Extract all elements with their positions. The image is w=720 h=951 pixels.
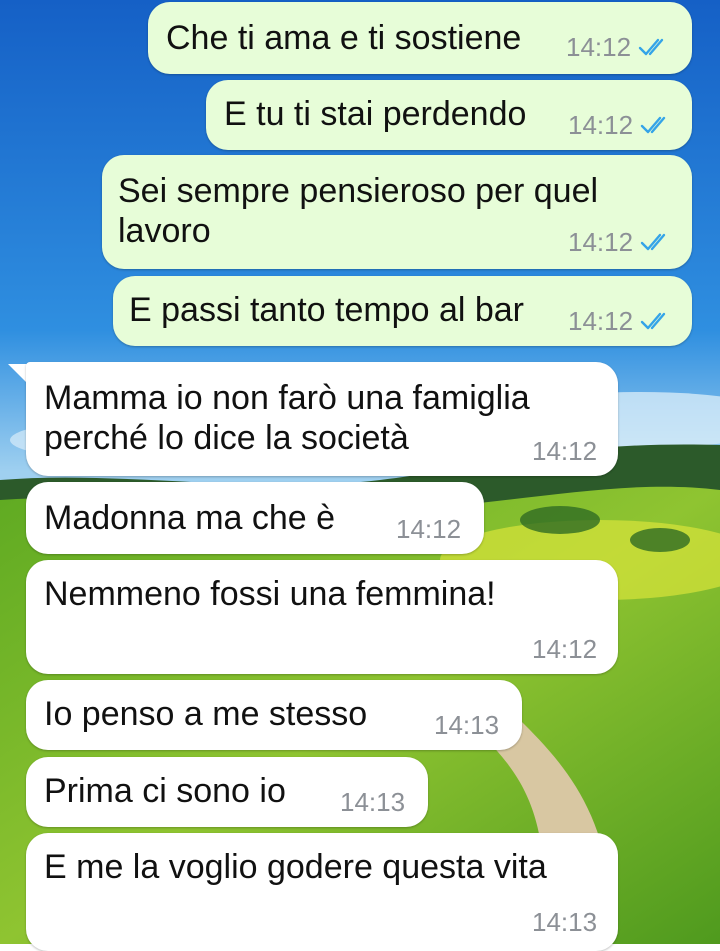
message-time: 14:12 <box>396 514 462 544</box>
message-bubble-outgoing[interactable]: E tu ti stai perdendo 14:12 <box>206 80 692 150</box>
message-bubble-incoming[interactable]: Prima ci sono io 14:13 <box>26 757 428 827</box>
double-check-read-icon <box>640 233 666 251</box>
message-text: Io penso a me stesso <box>44 695 368 733</box>
message-text: Mamma io non farò una famiglia perché lo… <box>44 379 530 457</box>
message-bubble-outgoing[interactable]: Sei sempre pensieroso per quel lavoro 14… <box>102 155 692 269</box>
double-check-read-icon <box>640 312 666 330</box>
message-meta: 14:13 <box>434 710 499 740</box>
double-check-read-icon <box>640 116 666 134</box>
message-text: Sei sempre pensieroso per quel lavoro <box>118 172 599 250</box>
message-meta: 14:12 <box>568 110 673 140</box>
message-time: 14:13 <box>434 710 500 740</box>
message-text: E tu ti stai perdendo <box>224 95 527 133</box>
message-meta: 14:13 <box>340 787 405 817</box>
message-text: Madonna ma che è <box>44 499 336 537</box>
message-time: 14:13 <box>340 787 406 817</box>
message-time: 14:12 <box>568 306 634 336</box>
message-bubble-incoming[interactable]: Nemmeno fossi una femmina! 14:12 <box>26 560 618 674</box>
message-bubble-outgoing[interactable]: Che ti ama e ti sostiene 14:12 <box>148 2 692 74</box>
message-meta: 14:12 <box>532 436 597 466</box>
message-bubble-incoming[interactable]: Io penso a me stesso 14:13 <box>26 680 522 750</box>
double-check-read-icon <box>638 38 664 56</box>
message-text: Nemmeno fossi una femmina! <box>44 575 496 613</box>
message-text: E me la voglio godere questa vita <box>44 848 547 886</box>
message-meta: 14:12 <box>568 306 673 336</box>
message-time: 14:13 <box>532 907 598 937</box>
message-text: Che ti ama e ti sostiene <box>166 19 522 57</box>
message-bubble-incoming[interactable]: Mamma io non farò una famiglia perché lo… <box>26 362 618 476</box>
message-bubble-incoming[interactable]: Madonna ma che è 14:12 <box>26 482 484 554</box>
message-bubble-incoming[interactable]: E me la voglio godere questa vita 14:13 <box>26 833 618 951</box>
message-meta: 14:12 <box>568 227 673 257</box>
message-time: 14:12 <box>532 436 598 466</box>
message-bubble-outgoing[interactable]: E passi tanto tempo al bar 14:12 <box>113 276 692 346</box>
message-time: 14:12 <box>566 32 632 62</box>
message-text: E passi tanto tempo al bar <box>129 291 525 329</box>
message-meta: 14:12 <box>396 514 461 544</box>
message-meta: 14:13 <box>532 907 597 937</box>
message-time: 14:12 <box>568 110 634 140</box>
message-text: Prima ci sono io <box>44 772 286 810</box>
message-meta: 14:12 <box>532 634 597 664</box>
message-time: 14:12 <box>568 227 634 257</box>
message-meta: 14:12 <box>566 32 671 62</box>
message-time: 14:12 <box>532 634 598 664</box>
